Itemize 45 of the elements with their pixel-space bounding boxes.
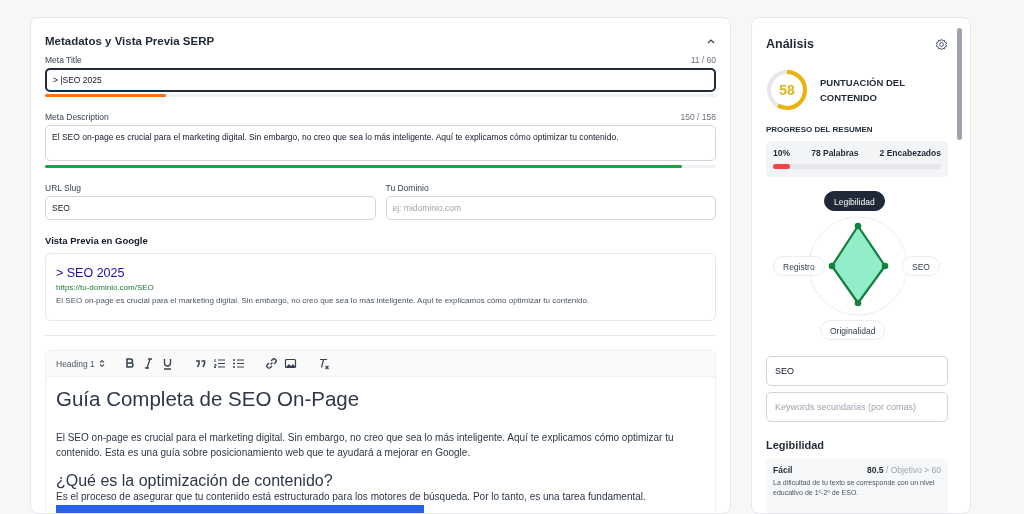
link-icon[interactable] xyxy=(264,357,278,370)
score-label: PUNTUACIÓN DEL CONTENIDO xyxy=(820,76,906,105)
url-slug-input[interactable]: SEO xyxy=(45,196,376,220)
radar-axis-tab[interactable]: SEO xyxy=(902,256,940,276)
bullet-list-icon[interactable] xyxy=(231,357,245,370)
scrollbar-thumb[interactable] xyxy=(957,28,962,140)
readability-grade: Fácil xyxy=(773,465,793,475)
panel-title: Análisis xyxy=(766,37,814,51)
section-heading: Vista Previa en Google xyxy=(45,235,149,248)
image-icon[interactable] xyxy=(283,357,297,370)
keyword-input[interactable]: SEO xyxy=(766,356,948,386)
field-label: URL Slug xyxy=(45,183,82,193)
field-label: Meta Description xyxy=(45,112,109,122)
character-count: 11 / 60 xyxy=(690,55,716,65)
settings-icon[interactable] xyxy=(935,37,948,51)
radar-axis-tab[interactable]: Legibilidad xyxy=(824,191,885,211)
heading-select[interactable]: Heading 1 xyxy=(56,358,105,369)
readability-score: 80.5 / Objetivo > 60 xyxy=(867,465,941,475)
secondary-keywords-input[interactable]: Keywords secundarias (por comas) xyxy=(766,392,948,422)
panel-title: Metadatos y Vista Previa SERP xyxy=(45,35,215,47)
preview-description: El SEO on-page es crucial para el marketing digital. Sin embargo, no creo que sea lo más inteligente. Aquí te explicamos cómo optimizar tu contenido. xyxy=(56,295,591,307)
quote-icon[interactable] xyxy=(193,357,207,370)
progress-percent: 10% xyxy=(773,148,790,158)
section-heading: Legibilidad xyxy=(766,439,826,451)
heading-count: 2 Encabezados xyxy=(879,148,941,158)
meta-description-input[interactable]: El SEO on-page es crucial para el marketing digital. Sin embargo, no creo que sea lo más inteligente. Aquí te explicamos cómo optimizar tu contenido. xyxy=(45,125,716,161)
preview-url: https://tu-dominio.com/SEO xyxy=(56,282,155,294)
section-heading: PROGRESO DEL RESUMEN xyxy=(766,125,874,134)
score-ring xyxy=(767,70,807,110)
radar-axis-tab[interactable]: Registro xyxy=(773,256,825,276)
score-value: 58 xyxy=(779,82,795,98)
editor-heading: Guía Completa de SEO On-Page xyxy=(56,386,361,412)
character-count: 150 / 158 xyxy=(680,112,716,122)
word-count: 78 Palabras xyxy=(811,148,859,158)
editor-paragraph: Es el proceso de asegurar que tu contenido está estructurado para los motores de búsqueda. Por lo tanto, es una tarea fundamental. xyxy=(56,490,647,503)
field-label: Meta Title xyxy=(45,55,82,65)
field-label: Tu Dominio xyxy=(385,183,429,193)
domain-input[interactable]: ej: midominio.com xyxy=(385,196,716,220)
numbered-list-icon[interactable] xyxy=(212,357,226,370)
radar-axis-tab[interactable]: Originalidad xyxy=(820,320,886,340)
meta-title-input[interactable]: > |SEO 2025 xyxy=(45,68,716,92)
editor-subheading: ¿Qué es la optimización de contenido? xyxy=(56,472,334,490)
editor-paragraph: El SEO on-page es crucial para el marketing digital. Sin embargo, no creo que sea lo más inteligente. Aquí te explicamos cómo optimizar tu contenido. Esta es una guía sobre posicionamiento web que te ayudará a mejorar en Google. xyxy=(56,431,675,460)
preview-title: > SEO 2025 xyxy=(56,265,126,281)
sort-caret-icon xyxy=(98,359,105,368)
